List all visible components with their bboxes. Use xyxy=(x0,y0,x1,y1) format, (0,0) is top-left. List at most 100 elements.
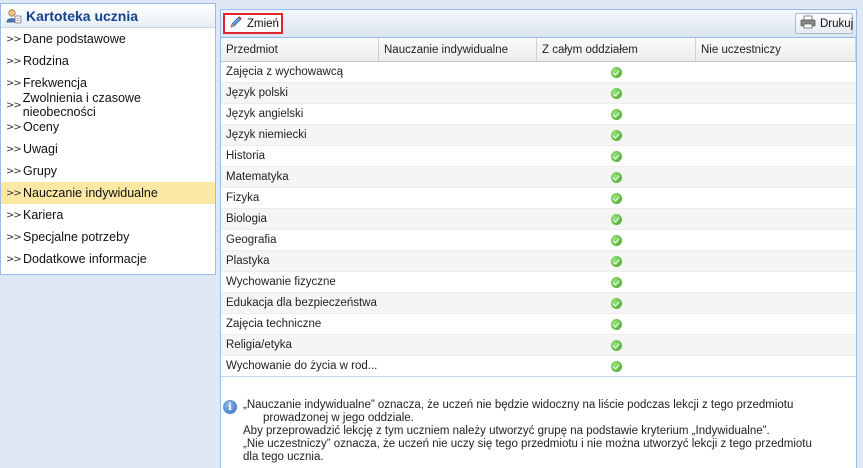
subject-cell: Religia/etyka xyxy=(226,339,292,351)
edit-button-label: Zmień xyxy=(247,17,279,30)
column-header-not-participating[interactable]: Nie uczestniczy xyxy=(696,38,856,61)
with-class-cell xyxy=(537,314,696,334)
sidebar-item[interactable]: >> Dane podstawowe xyxy=(1,28,215,50)
info-line: „Nauczanie indywidualne” oznacza, że ucz… xyxy=(243,399,794,411)
subject-cell: Edukacja dla bezpieczeństwa xyxy=(226,297,377,309)
sidebar-item-label: Uwagi xyxy=(23,142,58,156)
sidebar-item[interactable]: >> Oceny xyxy=(1,116,215,138)
green-check-icon xyxy=(611,339,622,351)
sidebar-header: Kartoteka ucznia xyxy=(1,4,215,28)
green-check-icon xyxy=(611,108,622,120)
double-chevron-right-icon: >> xyxy=(6,209,22,221)
student-card-icon xyxy=(6,8,22,24)
table-row[interactable]: Zajęcia techniczne xyxy=(221,314,856,335)
printer-icon xyxy=(800,15,816,32)
individual-cell xyxy=(379,146,537,166)
green-check-icon xyxy=(611,234,622,246)
with-class-cell xyxy=(537,272,696,292)
not-participating-cell xyxy=(696,125,856,145)
green-check-icon xyxy=(611,318,622,330)
sidebar-item[interactable]: >> Uwagi xyxy=(1,138,215,160)
edit-button[interactable]: Zmień xyxy=(223,13,283,34)
subject-cell: Zajęcia z wychowawcą xyxy=(226,66,343,78)
table-row[interactable]: Religia/etyka xyxy=(221,335,856,356)
table-row[interactable]: Wychowanie fizyczne xyxy=(221,272,856,293)
table-row[interactable]: Biologia xyxy=(221,209,856,230)
subject-cell: Język angielski xyxy=(226,108,304,120)
with-class-cell xyxy=(537,230,696,250)
sidebar-panel: Kartoteka ucznia >> Dane podstawowe >> Rodz… xyxy=(0,3,216,275)
individual-cell xyxy=(379,125,537,145)
double-chevron-right-icon: >> xyxy=(6,33,22,45)
individual-cell xyxy=(379,230,537,250)
not-participating-cell xyxy=(696,272,856,292)
table-row[interactable]: Język angielski xyxy=(221,104,856,125)
not-participating-cell xyxy=(696,83,856,103)
pencil-icon xyxy=(229,15,243,32)
sidebar-item-label: Specjalne potrzeby xyxy=(23,230,130,244)
with-class-cell xyxy=(537,293,696,313)
toolbar: Zmień Drukuj xyxy=(221,10,856,38)
subject-cell: Plastyka xyxy=(226,255,270,267)
table-row[interactable]: Historia xyxy=(221,146,856,167)
info-icon: i xyxy=(223,400,237,414)
subject-cell: Matematyka xyxy=(226,171,289,183)
subject-cell: Historia xyxy=(226,150,265,162)
table-row[interactable]: Język niemiecki xyxy=(221,125,856,146)
individual-cell xyxy=(379,251,537,271)
green-check-icon xyxy=(611,255,622,267)
individual-cell xyxy=(379,62,537,82)
table-row[interactable]: Plastyka xyxy=(221,251,856,272)
subject-cell: Biologia xyxy=(226,213,267,225)
sidebar-item[interactable]: >> Kariera xyxy=(1,204,215,226)
table-row[interactable]: Geografia xyxy=(221,230,856,251)
individual-cell xyxy=(379,314,537,334)
subject-cell: Zajęcia techniczne xyxy=(226,318,322,330)
sidebar-item[interactable]: >> Nauczanie indywidualne xyxy=(1,182,215,204)
sidebar-item[interactable]: >> Dodatkowe informacje xyxy=(1,248,215,270)
table-row[interactable]: Fizyka xyxy=(221,188,856,209)
green-check-icon xyxy=(611,87,622,99)
column-header-individual[interactable]: Nauczanie indywidualne xyxy=(379,38,537,61)
individual-cell xyxy=(379,83,537,103)
green-check-icon xyxy=(611,213,622,225)
table-row[interactable]: Matematyka xyxy=(221,167,856,188)
subject-cell: Język niemiecki xyxy=(226,129,307,141)
column-header-subject[interactable]: Przedmiot xyxy=(221,38,379,61)
grid-body: Zajęcia z wychowawcą Język polski Język an… xyxy=(221,62,856,377)
double-chevron-right-icon: >> xyxy=(6,187,22,199)
individual-cell xyxy=(379,188,537,208)
with-class-cell xyxy=(537,62,696,82)
table-row[interactable]: Edukacja dla bezpieczeństwa xyxy=(221,293,856,314)
column-header-with-class[interactable]: Z całym oddziałem xyxy=(537,38,696,61)
table-row[interactable]: Język polski xyxy=(221,83,856,104)
with-class-cell xyxy=(537,251,696,271)
green-check-icon xyxy=(611,276,622,288)
print-button[interactable]: Drukuj xyxy=(795,13,853,34)
double-chevron-right-icon: >> xyxy=(6,99,22,111)
individual-cell xyxy=(379,104,537,124)
not-participating-cell xyxy=(696,146,856,166)
sidebar: Kartoteka ucznia >> Dane podstawowe >> Rodz… xyxy=(0,0,216,468)
info-line: „Nie uczestniczy” oznacza, że uczeń nie … xyxy=(243,438,812,450)
sidebar-item-label: Dane podstawowe xyxy=(23,32,126,46)
sidebar-item-label: Oceny xyxy=(23,120,60,134)
sidebar-item-label: Nauczanie indywidualne xyxy=(23,186,158,200)
sidebar-item[interactable]: >> Zwolnienia i czasowe nieobecności xyxy=(1,91,215,119)
green-check-icon xyxy=(611,360,622,372)
with-class-cell xyxy=(537,209,696,229)
sidebar-item[interactable]: >> Rodzina xyxy=(1,50,215,72)
table-row[interactable]: Zajęcia z wychowawcą xyxy=(221,62,856,83)
individual-cell xyxy=(379,272,537,292)
table-row[interactable]: Wychowanie do życia w rod... xyxy=(221,356,856,377)
sidebar-item[interactable]: >> Grupy xyxy=(1,160,215,182)
not-participating-cell xyxy=(696,230,856,250)
not-participating-cell xyxy=(696,209,856,229)
green-check-icon xyxy=(611,297,622,309)
sidebar-item-label: Rodzina xyxy=(23,54,69,68)
not-participating-cell xyxy=(696,188,856,208)
green-check-icon xyxy=(611,171,622,183)
with-class-cell xyxy=(537,104,696,124)
individual-cell xyxy=(379,356,537,376)
sidebar-item[interactable]: >> Specjalne potrzeby xyxy=(1,226,215,248)
